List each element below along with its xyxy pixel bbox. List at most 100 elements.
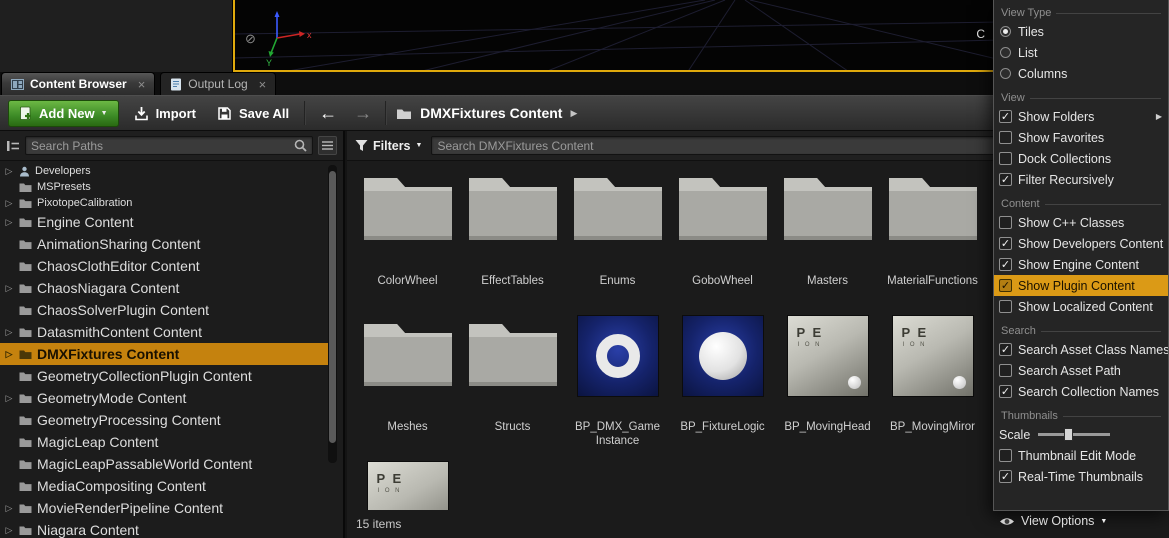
save-all-button[interactable]: Save All: [211, 100, 295, 127]
left-dock-panel: [0, 0, 233, 72]
back-button[interactable]: ←: [315, 103, 341, 124]
search-paths-input[interactable]: [31, 139, 290, 153]
breadcrumb-arrow-icon[interactable]: ▶: [570, 108, 577, 119]
tree-item-dmxfixtures-content[interactable]: ▷DMXFixtures Content: [0, 343, 330, 365]
tree-item-pixotopecalibration[interactable]: ▷PixotopeCalibration: [0, 195, 330, 211]
asset-tile-materialfunctions[interactable]: MaterialFunctions: [880, 168, 985, 314]
tree-item-mediacompositing-content[interactable]: MediaCompositing Content: [0, 475, 330, 497]
folder-icon: [19, 503, 32, 514]
menu-item-search-collection-names[interactable]: ✓Search Collection Names: [994, 381, 1168, 402]
tree-item-developers[interactable]: ▷Developers: [0, 163, 330, 179]
menu-item-show-localized-content[interactable]: Show Localized Content: [994, 296, 1168, 317]
menu-item-thumbnail-edit-mode[interactable]: Thumbnail Edit Mode: [994, 445, 1168, 466]
menu-item-scale[interactable]: Scale: [994, 424, 1168, 445]
import-button[interactable]: Import: [128, 100, 202, 127]
expander-icon[interactable]: ▷: [4, 198, 14, 209]
asset-label: BP_MovingMiror: [890, 420, 975, 434]
close-tab-icon[interactable]: ×: [259, 77, 267, 92]
radio-icon: [1000, 26, 1011, 37]
tree-item-chaosniagara-content[interactable]: ▷ChaosNiagara Content: [0, 277, 330, 299]
tree-item-niagara-content[interactable]: ▷Niagara Content: [0, 519, 330, 538]
expander-icon[interactable]: ▷: [4, 503, 14, 514]
close-tab-icon[interactable]: ×: [138, 77, 146, 92]
tree-scrollbar[interactable]: [328, 165, 337, 463]
checkbox-icon: ✓: [999, 110, 1012, 123]
tab-output-log[interactable]: Output Log ×: [160, 72, 276, 95]
asset-tile-masters[interactable]: Masters: [775, 168, 880, 314]
tree-item-geometrycollectionplugin-content[interactable]: GeometryCollectionPlugin Content: [0, 365, 330, 387]
view-options-menu: View TypeTilesListColumnsView✓Show Folde…: [993, 0, 1169, 511]
menu-item-real-time-thumbnails[interactable]: ✓Real-Time Thumbnails: [994, 466, 1168, 487]
asset-label: BP_MovingHead: [784, 420, 870, 434]
tree-item-chaossolverplugin-content[interactable]: ChaosSolverPlugin Content: [0, 299, 330, 321]
radio-icon: [1000, 47, 1011, 58]
tree-item-movierenderpipeline-content[interactable]: ▷MovieRenderPipeline Content: [0, 497, 330, 519]
breadcrumb-current-folder[interactable]: DMXFixtures Content: [420, 105, 562, 121]
toolbar-separator: [304, 101, 306, 125]
asset-tile-structs[interactable]: Structs: [460, 314, 565, 460]
expander-icon[interactable]: ▷: [4, 393, 14, 404]
asset-tile-partial[interactable]: P EI O N: [981, 314, 993, 460]
folder-icon: [19, 371, 32, 382]
scale-slider-handle[interactable]: [1064, 428, 1073, 441]
asset-tile-bp-movinghead[interactable]: P EI O NBP_MovingHead: [775, 314, 880, 460]
thumbnail-box: [565, 314, 670, 398]
tree-item-mspresets[interactable]: MSPresets: [0, 179, 330, 195]
tree-item-magicleappassableworld-content[interactable]: MagicLeapPassableWorld Content: [0, 453, 330, 475]
add-new-button[interactable]: Add New ▼: [8, 100, 119, 127]
asset-tile-gobowheel[interactable]: GoboWheel: [670, 168, 775, 314]
thumbnail-logo-text: P E: [797, 325, 824, 340]
folder-thumbnail: [355, 314, 460, 398]
menu-item-search-asset-class-names[interactable]: ✓Search Asset Class Names: [994, 339, 1168, 360]
tree-item-magicleap-content[interactable]: MagicLeap Content: [0, 431, 330, 453]
menu-section-thumbnails: ThumbnailsScaleThumbnail Edit Mode✓Real-…: [994, 405, 1168, 490]
search-paths-field[interactable]: [25, 136, 313, 155]
filters-button[interactable]: Filters ▼: [355, 139, 422, 153]
scale-slider[interactable]: [1038, 433, 1110, 436]
asset-tile-enums[interactable]: Enums: [565, 168, 670, 314]
3d-viewport[interactable]: x Y ⊘ C: [233, 0, 1003, 72]
menu-item-search-asset-path[interactable]: Search Asset Path: [994, 360, 1168, 381]
asset-tile-meshes[interactable]: Meshes: [355, 314, 460, 460]
paths-view-toggle-button[interactable]: [318, 136, 337, 155]
menu-item-show-developers-content[interactable]: ✓Show Developers Content: [994, 233, 1168, 254]
add-new-label: Add New: [39, 106, 95, 121]
asset-tile-bp-fixturelogic[interactable]: BP_FixtureLogic: [670, 314, 775, 460]
menu-item-label: Show Engine Content: [1018, 258, 1162, 272]
sources-toggle-icon[interactable]: [6, 139, 20, 153]
expander-icon[interactable]: ▷: [4, 166, 14, 177]
scrollbar-thumb[interactable]: [329, 171, 336, 443]
menu-item-show-c-classes[interactable]: Show C++ Classes: [994, 212, 1168, 233]
expander-icon[interactable]: ▷: [4, 217, 14, 228]
view-options-button[interactable]: View Options ▼: [999, 514, 1107, 528]
asset-tile-effecttables[interactable]: EffectTables: [460, 168, 565, 314]
menu-item-filter-recursively[interactable]: ✓Filter Recursively: [994, 169, 1168, 190]
tree-item-datasmithcontent-content[interactable]: ▷DatasmithContent Content: [0, 321, 330, 343]
menu-item-tiles[interactable]: Tiles: [994, 21, 1168, 42]
asset-tile-bp-movingmiror[interactable]: P EI O NBP_MovingMiror: [880, 314, 985, 460]
menu-item-show-engine-content[interactable]: ✓Show Engine Content: [994, 254, 1168, 275]
menu-item-show-folders[interactable]: ✓Show Folders▶: [994, 106, 1168, 127]
menu-item-label: Real-Time Thumbnails: [1018, 470, 1162, 484]
menu-item-list[interactable]: List: [994, 42, 1168, 63]
tab-content-browser[interactable]: Content Browser ×: [1, 72, 155, 95]
tree-item-animationsharing-content[interactable]: AnimationSharing Content: [0, 233, 330, 255]
checkbox-icon: ✓: [999, 385, 1012, 398]
asset-tile-bp-dmx-game-instance[interactable]: BP_DMX_Game Instance: [565, 314, 670, 460]
menu-item-dock-collections[interactable]: Dock Collections: [994, 148, 1168, 169]
expander-icon[interactable]: ▷: [4, 283, 14, 294]
forward-button[interactable]: →: [350, 103, 376, 124]
tree-item-engine-content[interactable]: ▷Engine Content: [0, 211, 330, 233]
tree-item-geometrymode-content[interactable]: ▷GeometryMode Content: [0, 387, 330, 409]
import-icon: [134, 106, 149, 121]
tree-item-geometryprocessing-content[interactable]: GeometryProcessing Content: [0, 409, 330, 431]
menu-item-show-plugin-content[interactable]: ✓Show Plugin Content: [994, 275, 1168, 296]
expander-icon[interactable]: ▷: [4, 327, 14, 338]
asset-tile-colorwheel[interactable]: ColorWheel: [355, 168, 460, 314]
expander-icon[interactable]: ▷: [4, 525, 14, 536]
menu-item-show-favorites[interactable]: Show Favorites: [994, 127, 1168, 148]
expander-icon[interactable]: ▷: [4, 349, 14, 360]
menu-item-columns[interactable]: Columns: [994, 63, 1168, 84]
tree-item-chaosclotheditor-content[interactable]: ChaosClothEditor Content: [0, 255, 330, 277]
asset-tile-partial[interactable]: P EI O N: [355, 460, 460, 510]
